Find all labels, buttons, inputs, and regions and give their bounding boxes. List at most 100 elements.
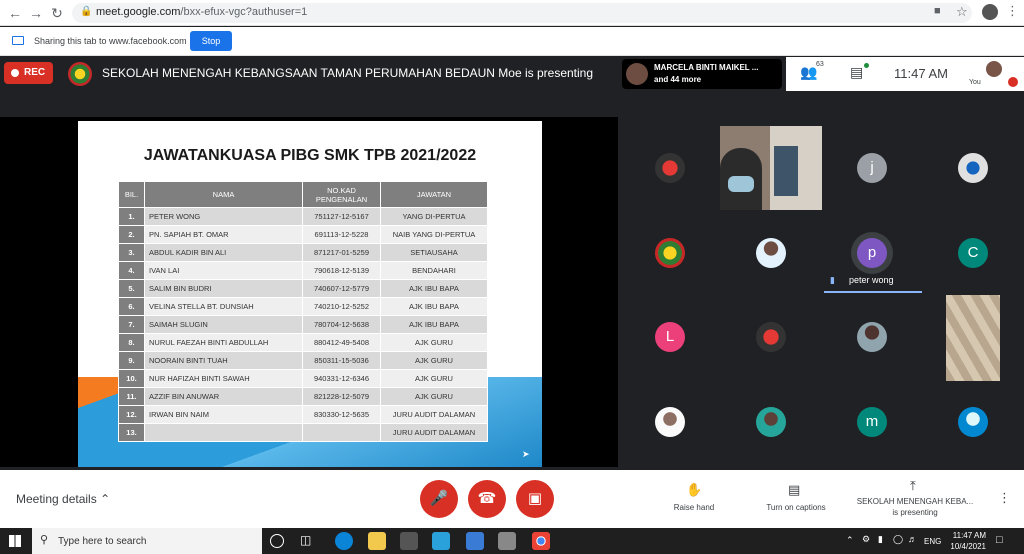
volume-icon[interactable]: ♬ <box>908 534 917 544</box>
you-label: You <box>969 79 981 86</box>
participant-avatar-c[interactable]: C <box>958 238 988 268</box>
task-view-icon[interactable]: ◫ <box>300 533 318 551</box>
browser-toolbar: ← → ↻ 🔒 meet.google.com/bxx-efux-vgc?aut… <box>0 0 1024 26</box>
participant-photo-tile[interactable] <box>655 407 685 437</box>
mouse-cursor-icon: ➤ <box>522 449 530 459</box>
cell-jawatan: AJK GURU <box>380 387 488 406</box>
stop-sharing-button[interactable]: Stop <box>190 31 232 51</box>
taskbar-search-box[interactable]: ⚲ Type here to search <box>32 528 262 554</box>
participant-camera-video[interactable] <box>946 295 1000 381</box>
cell-nama: VELINA STELLA BT. DUNSIAH <box>144 297 303 316</box>
cortana-icon[interactable] <box>270 534 284 548</box>
leave-call-button[interactable]: ☎ <box>468 480 506 518</box>
cell-bil: 4. <box>118 261 145 280</box>
url-host: meet.google.com <box>96 6 181 18</box>
meeting-details-button[interactable]: Meeting details ⌃ <box>16 492 110 506</box>
cell-ic: 850311-15-5036 <box>302 351 381 370</box>
table-row: 6. VELINA STELLA BT. DUNSIAH 740210-12-525… <box>118 297 488 316</box>
cell-nama: IRWAN BIN NAIM <box>144 405 303 424</box>
self-avatar[interactable] <box>986 61 1002 77</box>
table-row: 10. NUR HAFIZAH BINTI SAWAH 940331-12-6346… <box>118 369 488 388</box>
wifi-icon[interactable]: ◯ <box>893 534 903 545</box>
cell-bil: 13. <box>118 423 145 442</box>
participant-photo-tile[interactable] <box>857 322 887 352</box>
chevron-up-icon: ⌃ <box>100 492 111 506</box>
captions-label[interactable]: Turn on captions <box>756 503 836 512</box>
taskbar-date[interactable]: 10/4/2021 <box>946 542 986 551</box>
participant-photo-tile[interactable] <box>756 407 786 437</box>
bookmark-star-icon[interactable]: ☆ <box>956 4 968 20</box>
cell-nama: IVAN LAI <box>144 261 303 280</box>
cell-nama: NURUL FAEZAH BINTI ABDULLAH <box>144 333 303 352</box>
participant-photo-tile[interactable] <box>756 322 786 352</box>
participant-avatar-p[interactable]: p <box>857 238 887 268</box>
participant-avatar-m[interactable]: m <box>857 407 887 437</box>
notifications-icon[interactable]: □ <box>996 534 1003 546</box>
present-icon[interactable]: ⤒ <box>910 478 916 494</box>
table-row: 7. SAIMAH SLUGIN 780704-12-5638 AJK IBU BAP… <box>118 315 488 334</box>
tray-chevron-icon[interactable]: ⌃ <box>846 535 854 546</box>
cell-nama: SALIM BIN BUDRI <box>144 279 303 298</box>
wall-texture <box>946 295 1000 381</box>
kebab-menu-icon[interactable]: ⋮ <box>1006 3 1019 19</box>
telegram-icon[interactable] <box>432 532 450 550</box>
camera-indicator-icon[interactable]: ■ <box>934 5 941 17</box>
participant-avatar-l[interactable]: L <box>655 322 685 352</box>
participants-preview[interactable]: MARCELA BINTI MAIKEL ... and 44 more <box>622 59 782 89</box>
store-icon[interactable] <box>400 532 418 550</box>
tray-app-icon[interactable]: ⚙ <box>862 534 870 545</box>
presenter-name[interactable]: SEKOLAH MENENGAH KEBA... <box>850 497 980 506</box>
windows-start-icon[interactable] <box>9 535 21 547</box>
mic-off-button[interactable]: 🎤 <box>420 480 458 518</box>
participant-photo-tile[interactable] <box>655 153 685 183</box>
col-header-bil: BIL. <box>118 181 145 208</box>
chrome-icon[interactable] <box>532 532 550 550</box>
active-speaker-bar <box>824 291 922 293</box>
address-bar[interactable]: 🔒 meet.google.com/bxx-efux-vgc?authuser=… <box>72 3 972 23</box>
photos-icon[interactable] <box>466 532 484 550</box>
cell-jawatan: SETIAUSAHA <box>380 243 488 262</box>
presenter-status: is presenting <box>892 508 938 517</box>
participant-photo-tile[interactable] <box>958 153 988 183</box>
cell-bil: 12. <box>118 405 145 424</box>
shared-slide: JAWATANKUASA PIBG SMK TPB 2021/2022 BIL.… <box>78 121 542 467</box>
taskbar-time[interactable]: 11:47 AM <box>946 531 986 540</box>
windows-taskbar: ⚲ Type here to search ◫ ⌃ ⚙ ▮ ◯ ♬ ENG 11… <box>0 528 1024 554</box>
more-participants-text: and 44 more <box>654 75 702 84</box>
back-arrow-icon[interactable]: ← <box>6 4 24 22</box>
cell-nama: SAIMAH SLUGIN <box>144 315 303 334</box>
slide-title: JAWATANKUASA PIBG SMK TPB 2021/2022 <box>143 147 477 164</box>
cell-ic: 790618-12-5139 <box>302 261 381 280</box>
people-icon[interactable]: 👥 <box>800 64 817 81</box>
camera-off-button[interactable]: ▣ <box>516 480 554 518</box>
cell-bil: 9. <box>118 351 145 370</box>
edge-icon[interactable] <box>335 532 353 550</box>
participant-photo-tile[interactable] <box>958 407 988 437</box>
cell-nama: NUR HAFIZAH BINTI SAWAH <box>144 369 303 388</box>
forward-arrow-icon[interactable]: → <box>27 4 45 22</box>
language-indicator[interactable]: ENG <box>924 537 941 546</box>
cell-ic: 691113-12-5228 <box>302 225 381 244</box>
face-mask <box>728 176 754 192</box>
raise-hand-label[interactable]: Raise hand <box>664 503 724 512</box>
captions-icon[interactable]: ▤ <box>788 482 800 498</box>
raise-hand-icon[interactable]: ✋ <box>686 482 702 498</box>
cell-ic <box>302 423 381 442</box>
table-row: 5. SALIM BIN BUDRI 740607-12-5779 AJK IBU B… <box>118 279 488 298</box>
meet-top-bar: REC SEKOLAH MENENGAH KEBANGSAAN TAMAN PE… <box>0 57 1024 91</box>
reload-icon[interactable]: ↻ <box>48 4 66 22</box>
chat-icon[interactable]: ▤ <box>850 64 863 81</box>
participant-avatar-j[interactable]: j <box>857 153 887 183</box>
participant-photo-tile[interactable] <box>756 238 786 268</box>
participant-logo-tile[interactable] <box>655 238 685 268</box>
meeting-details-label: Meeting details <box>16 492 97 506</box>
cell-nama: AZZIF BIN ANUWAR <box>144 387 303 406</box>
participant-camera-video[interactable] <box>720 126 822 210</box>
app-icon[interactable] <box>498 532 516 550</box>
profile-avatar[interactable] <box>982 4 998 20</box>
cell-jawatan: AJK GURU <box>380 369 488 388</box>
file-explorer-icon[interactable] <box>368 532 386 550</box>
more-options-icon[interactable]: ⋮ <box>998 490 1011 506</box>
battery-icon[interactable]: ▮ <box>878 534 883 545</box>
cell-nama <box>144 423 303 442</box>
